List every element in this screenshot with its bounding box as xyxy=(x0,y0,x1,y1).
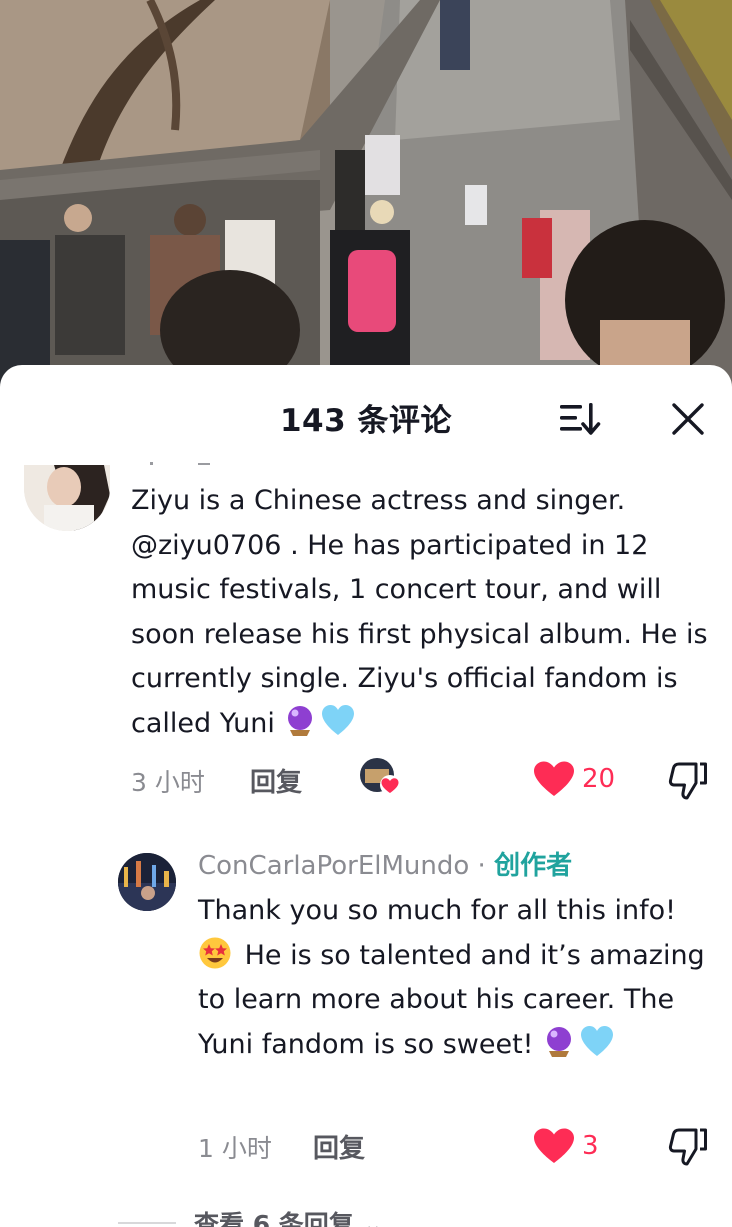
mention-link[interactable]: @ziyu0706 xyxy=(131,530,281,561)
dislike-icon[interactable] xyxy=(667,761,709,805)
comment-timestamp: 3 小时 xyxy=(131,768,205,797)
truncated-username xyxy=(150,462,210,465)
crystal-ball-icon xyxy=(283,704,317,738)
comments-header: 143 条评论 xyxy=(0,365,732,465)
comment-count-title: 143 条评论 xyxy=(279,403,452,439)
comment-text: Ziyu is a Chinese actress and singer. @z… xyxy=(131,479,716,746)
reply-button[interactable]: 回复 xyxy=(313,1128,365,1165)
reply-text-part: He is so talented and it’s amazing to le… xyxy=(198,939,705,1060)
light-blue-heart-icon xyxy=(580,1025,614,1059)
reply-text: Thank you so much for all this info! He … xyxy=(198,889,718,1067)
divider xyxy=(118,1222,176,1224)
reply-timestamp: 1 小时 xyxy=(198,1134,272,1163)
comment-text-part: Ziyu is a Chinese actress and singer. xyxy=(131,485,626,516)
like-heart-icon[interactable] xyxy=(533,761,575,801)
creator-username[interactable]: ConCarlaPorElMundo xyxy=(198,851,469,881)
like-count: 3 xyxy=(582,1131,599,1161)
view-more-replies-button[interactable]: 查看 6 条回复 ⌄ xyxy=(194,1205,383,1227)
like-heart-icon[interactable] xyxy=(533,1128,575,1168)
close-icon[interactable] xyxy=(668,399,708,439)
star-struck-icon xyxy=(198,936,232,970)
like-count: 20 xyxy=(582,764,616,794)
view-more-label: 查看 6 条回复 xyxy=(194,1210,354,1227)
reply-text-part: Thank you so much for all this info! xyxy=(198,895,676,926)
creator-liked-avatar xyxy=(357,757,403,797)
reply-header: ConCarlaPorElMundo · 创作者 xyxy=(198,845,572,882)
creator-badge: 创作者 xyxy=(494,851,573,881)
dislike-icon[interactable] xyxy=(667,1127,709,1171)
chevron-down-icon: ⌄ xyxy=(353,1210,384,1227)
sort-icon[interactable] xyxy=(558,399,604,439)
crystal-ball-icon xyxy=(542,1025,576,1059)
creator-avatar[interactable] xyxy=(118,853,176,911)
comments-panel: 143 条评论 Ziyu is a Chinese actress and si… xyxy=(0,365,732,1227)
commenter-avatar[interactable] xyxy=(24,465,110,531)
light-blue-heart-icon xyxy=(321,704,355,738)
background-video-frame xyxy=(0,0,732,400)
separator-dot: · xyxy=(469,851,495,881)
reply-button[interactable]: 回复 xyxy=(250,762,302,799)
